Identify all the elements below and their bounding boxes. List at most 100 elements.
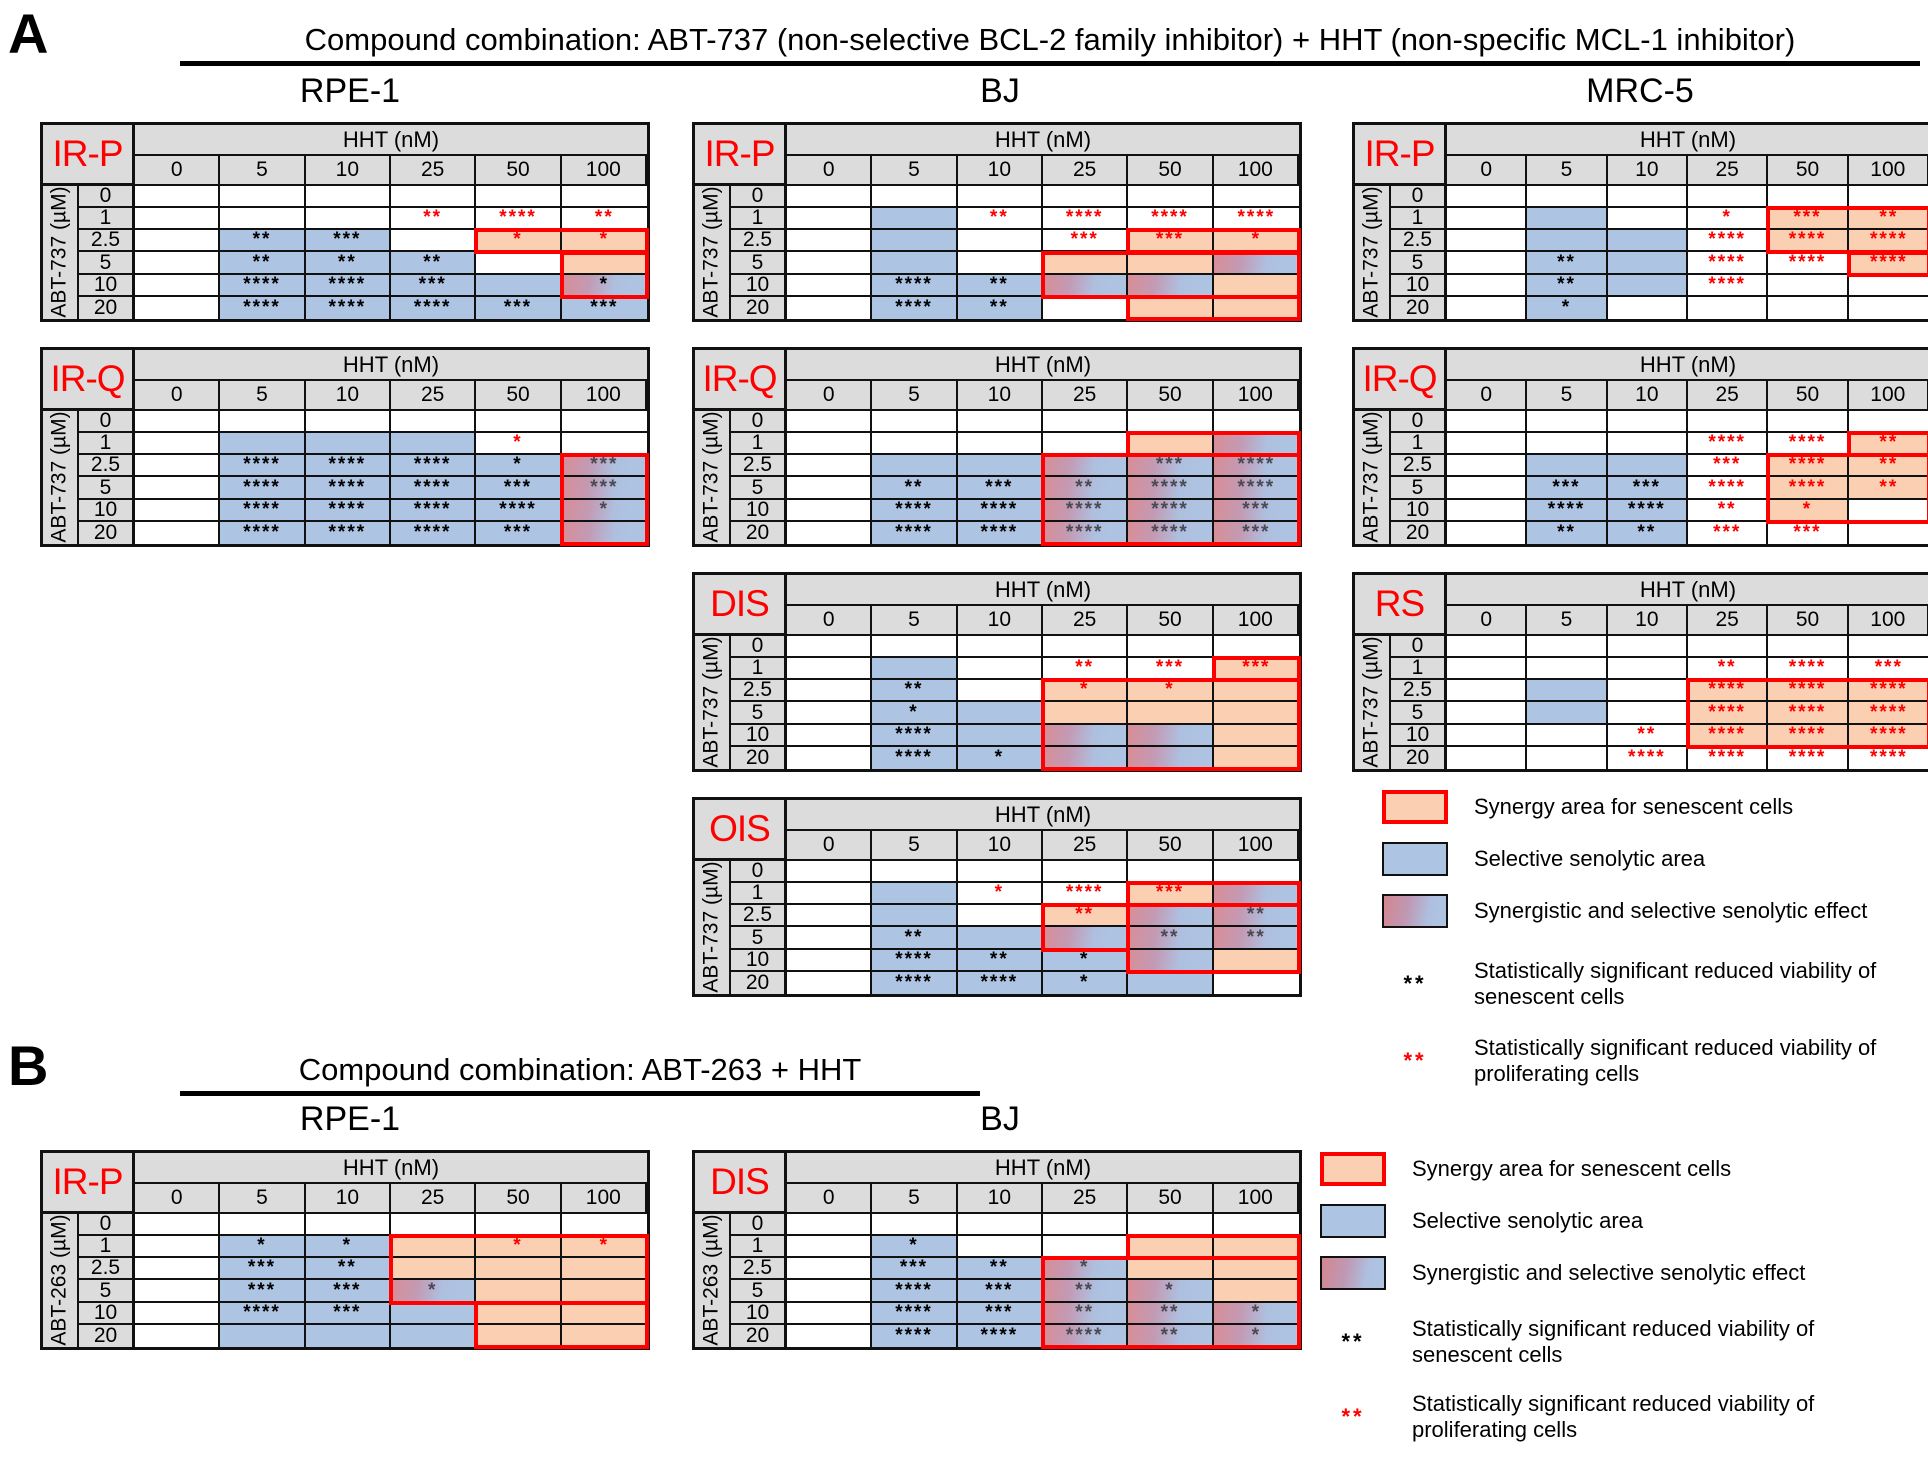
matrix-cell (957, 230, 1043, 253)
matrix-cell: *** (1688, 521, 1769, 544)
matrix-cell (1213, 724, 1299, 747)
matrix-cell (872, 411, 958, 434)
matrix-cell: * (1768, 499, 1849, 522)
matrix-cell (1128, 971, 1214, 994)
matrix-cell: * (1128, 1280, 1214, 1303)
matrix-cell (787, 636, 873, 659)
row-tick-2.5: 2.5 (731, 455, 787, 478)
matrix-cell: *** (1128, 883, 1214, 906)
matrix-bj-ir-p-panel-a: IR-P HHT (nM) 0 5 10 25 50 100 ABT-737 (µM) 0 1 ** *… (692, 122, 1302, 322)
matrix-cell: *** (1128, 230, 1214, 253)
matrix-condition-label: RS (1355, 575, 1447, 636)
row-tick-0: 0 (731, 1214, 787, 1237)
legend-row-stars-red: ** Statistically significant reduced via… (1382, 1035, 1922, 1088)
matrix-cell: ** (872, 680, 958, 703)
row-axis-title-wrapper: ABT-737 (µM) (695, 186, 731, 319)
matrix-cell: ** (1527, 274, 1608, 297)
matrix-cell (787, 1214, 873, 1237)
matrix-cell: **** (872, 521, 958, 544)
matrix-cell: * (1128, 680, 1214, 703)
row-axis-title-wrapper: ABT-737 (µM) (695, 411, 731, 544)
column-tick-50: 50 (476, 1184, 562, 1214)
matrix-cell: ** (957, 1258, 1043, 1281)
matrix-cell (787, 411, 873, 434)
matrix-cell: *** (1213, 521, 1299, 544)
column-tick-100: 100 (1213, 381, 1299, 411)
column-tick-100: 100 (561, 1184, 647, 1214)
matrix-cell (1527, 186, 1608, 209)
matrix-cell (872, 230, 958, 253)
matrix-cell (957, 927, 1043, 950)
matrix-cell (1447, 702, 1528, 725)
row-tick-20: 20 (731, 1324, 787, 1347)
column-tick-10: 10 (1607, 156, 1688, 186)
matrix-cell: **** (1688, 230, 1769, 253)
matrix-cell (1447, 296, 1528, 319)
matrix-cell (1213, 636, 1299, 659)
matrix-cell: ** (1128, 927, 1214, 950)
matrix-cell (1043, 455, 1129, 478)
matrix-condition-label: IR-Q (1355, 350, 1447, 411)
matrix-cell (1607, 274, 1688, 297)
column-tick-100: 100 (1213, 606, 1299, 636)
matrix-cell (1128, 1214, 1214, 1237)
matrix-cell (476, 274, 562, 297)
column-tick-5: 5 (1527, 381, 1608, 411)
column-tick-25: 25 (1043, 156, 1129, 186)
legend-row-synergy-b: Synergy area for senescent cells (1320, 1152, 1920, 1186)
matrix-cell: **** (1688, 724, 1769, 747)
legend-label-senolytic: Selective senolytic area (1474, 846, 1706, 872)
matrix-cell (787, 724, 873, 747)
matrix-cell (476, 411, 562, 434)
matrix-cell: **** (957, 521, 1043, 544)
matrix-cell: *** (220, 1258, 306, 1281)
synergistic-selective-swatch (1382, 894, 1448, 928)
synergistic-selective-swatch-b (1320, 1256, 1386, 1290)
matrix-cell (1768, 636, 1849, 659)
matrix-grid: DIS HHT (nM) 0 5 10 25 50 100 ABT-737 (µM) 0 1 ** **… (692, 572, 1302, 772)
matrix-cell (561, 252, 647, 275)
matrix-cell: * (1043, 971, 1129, 994)
panel-b-banner-text: Compound combination: ABT-263 + HHT (298, 1052, 862, 1087)
legend-row-both: Synergistic and selective senolytic effe… (1382, 894, 1922, 928)
matrix-cell (1447, 274, 1528, 297)
matrix-cell: ** (220, 230, 306, 253)
column-tick-0: 0 (135, 381, 221, 411)
matrix-cell: **** (1768, 724, 1849, 747)
legend-label-synergy-b: Synergy area for senescent cells (1412, 1156, 1732, 1182)
matrix-cell: ** (957, 949, 1043, 972)
row-tick-1: 1 (1391, 658, 1447, 681)
matrix-cell: * (561, 274, 647, 297)
matrix-cell (1768, 296, 1849, 319)
matrix-cell (787, 927, 873, 950)
matrix-cell: *** (1607, 477, 1688, 500)
matrix-cell: **** (1768, 680, 1849, 703)
legend-label-stars-black-b: Statistically significant reduced viabil… (1412, 1316, 1815, 1368)
matrix-cell: **** (1848, 746, 1928, 769)
matrix-cell (391, 433, 477, 456)
column-axis-title: HHT (nM) (1447, 575, 1928, 606)
matrix-cell (1128, 411, 1214, 434)
matrix-cell: **** (872, 499, 958, 522)
matrix-cell: ** (1688, 658, 1769, 681)
row-axis-title-wrapper: ABT-737 (µM) (1355, 411, 1391, 544)
matrix-cell: * (1688, 208, 1769, 231)
matrix-cell: **** (1688, 252, 1769, 275)
matrix-cell: *** (305, 230, 391, 253)
cell-title-rpe1-a: RPE-1 (299, 72, 401, 110)
row-axis-title: ABT-737 (µM) (700, 636, 724, 769)
column-tick-10: 10 (305, 1184, 391, 1214)
column-tick-5: 5 (872, 831, 958, 861)
matrix-cell (1447, 680, 1528, 703)
matrix-cell (787, 746, 873, 769)
row-tick-20: 20 (79, 296, 135, 319)
row-tick-10: 10 (731, 274, 787, 297)
matrix-cell (1848, 521, 1928, 544)
matrix-cell (1688, 636, 1769, 659)
matrix-cell (1128, 702, 1214, 725)
matrix-cell: ** (872, 927, 958, 950)
matrix-cell (561, 1258, 647, 1281)
matrix-cell: **** (1527, 499, 1608, 522)
matrix-cell (1043, 1214, 1129, 1237)
matrix-cell (1213, 680, 1299, 703)
